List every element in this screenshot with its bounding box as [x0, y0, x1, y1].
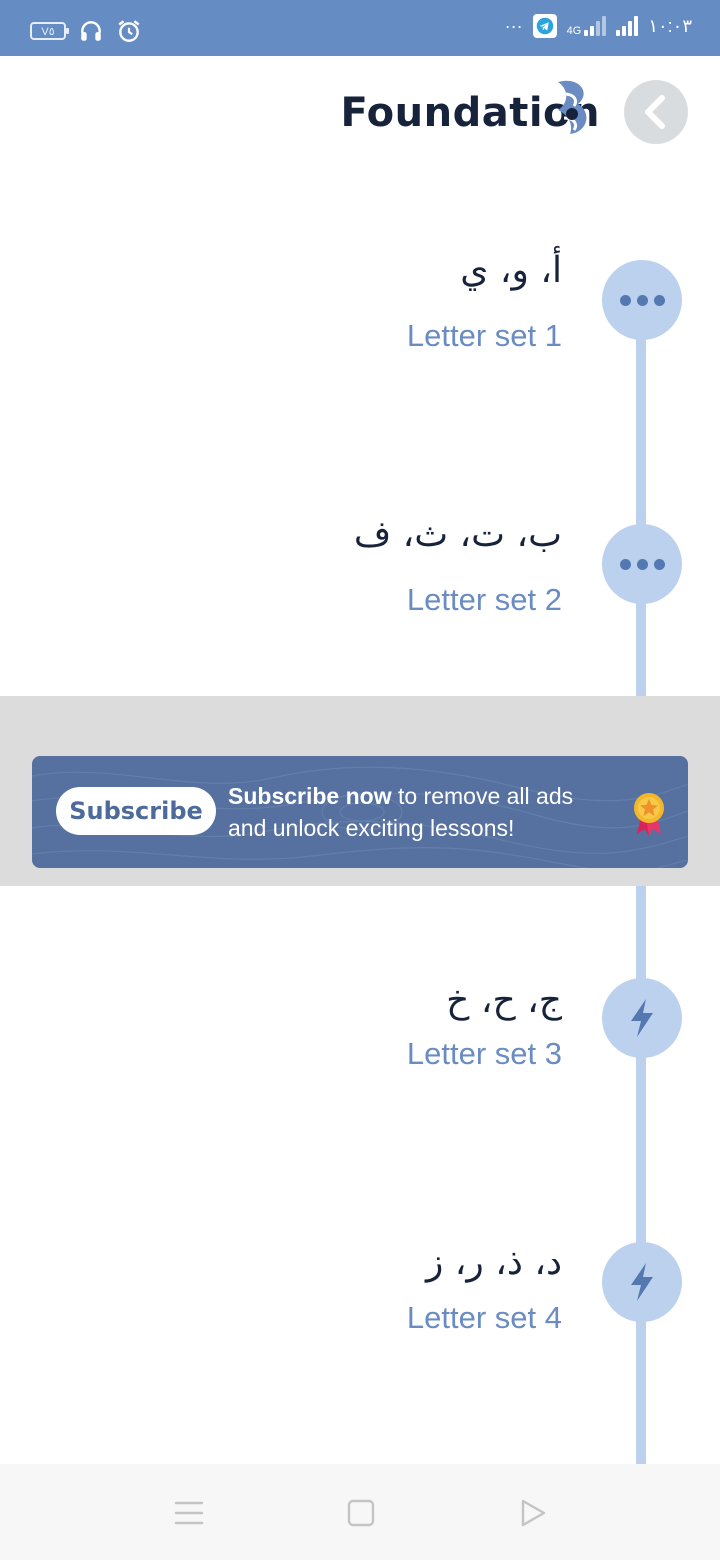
- status-bar: V٥ ··· 4G ١٠:٠٣: [0, 0, 720, 56]
- battery-icon: V٥: [30, 22, 69, 40]
- medal-icon: [634, 793, 664, 836]
- chevron-left-icon: [645, 95, 665, 129]
- lesson-label: Letter set 4: [406, 1300, 562, 1335]
- lightning-icon: [631, 1263, 653, 1301]
- lesson-label: Letter set 3: [406, 1036, 562, 1071]
- status-time: ١٠:٠٣: [648, 15, 692, 36]
- system-nav-bar: [0, 1464, 720, 1560]
- recent-apps-icon[interactable]: [174, 1498, 204, 1528]
- banner-text: Subscribe now to remove all ads and unlo…: [228, 780, 608, 844]
- telegram-icon: [532, 14, 557, 38]
- lightning-icon: [631, 999, 653, 1037]
- lesson-label: Letter set 2: [406, 582, 562, 617]
- lesson-letters: ب، ت، ث، ف: [353, 514, 562, 555]
- subscribe-banner[interactable]: Subscribe Subscribe now to remove all ad…: [32, 756, 688, 868]
- lesson-node-4[interactable]: [602, 1242, 682, 1322]
- lesson-node-2[interactable]: [602, 524, 682, 604]
- home-icon[interactable]: [346, 1498, 376, 1528]
- status-left-icons: V٥: [30, 18, 142, 44]
- ad-area: Subscribe Subscribe now to remove all ad…: [0, 696, 720, 886]
- lesson-node-3[interactable]: [602, 978, 682, 1058]
- more-dots-icon: [619, 558, 665, 570]
- lesson-letters: د، ذ، ر، ز: [425, 1242, 562, 1283]
- subscribe-button[interactable]: Subscribe: [56, 787, 216, 835]
- back-button[interactable]: [624, 80, 688, 144]
- lesson-letters: أ، و، ي: [460, 250, 562, 291]
- lesson-label: Letter set 1: [406, 318, 562, 353]
- signal-1-icon: [584, 16, 607, 36]
- header: Foundation: [0, 56, 720, 176]
- battery-level: V٥: [41, 25, 55, 38]
- banner-text-bold: Subscribe now: [228, 783, 392, 809]
- logo-mark-icon: [558, 80, 587, 134]
- alarm-icon: [118, 20, 140, 42]
- more-indicator: ···: [504, 15, 523, 36]
- signal-2-icon: [616, 16, 639, 36]
- lesson-letters: ج، ح، خ: [446, 980, 562, 1021]
- network-indicator: 4G: [566, 16, 607, 37]
- more-dots-icon: [619, 294, 665, 306]
- lesson-node-1[interactable]: [602, 260, 682, 340]
- timeline-line: [636, 886, 646, 1464]
- timeline-line: [636, 300, 646, 696]
- network-type: 4G: [566, 25, 582, 37]
- status-right-icons: ··· 4G ١٠:٠٣: [505, 14, 692, 38]
- back-triangle-icon[interactable]: [518, 1498, 548, 1528]
- headphones-icon: [81, 21, 101, 41]
